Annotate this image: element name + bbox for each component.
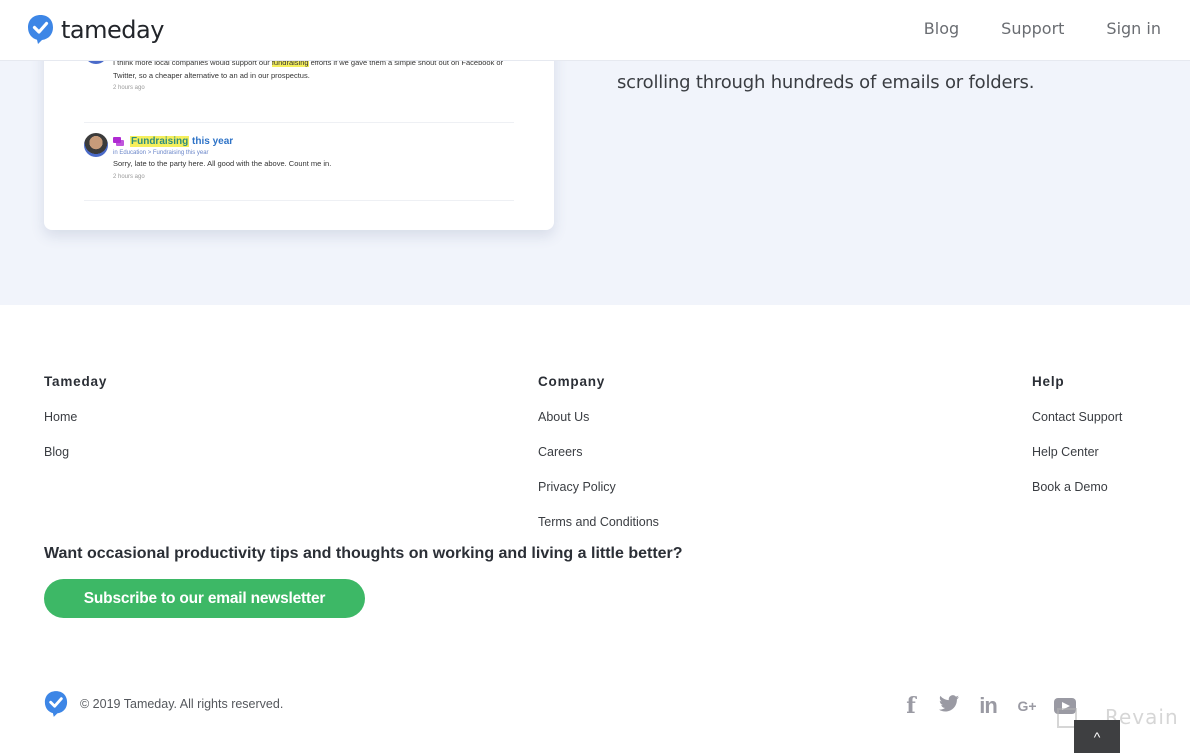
google-plus-icon[interactable]: G+ bbox=[1016, 698, 1038, 714]
post-title[interactable]: Fundraising this year bbox=[130, 135, 234, 147]
footer-link-about-us[interactable]: About Us bbox=[538, 407, 659, 442]
nav-blog[interactable]: Blog bbox=[924, 19, 959, 38]
footer-heading: Company bbox=[538, 374, 606, 389]
chat-bubbles-icon bbox=[113, 136, 124, 146]
post-body: Sorry, late to the party here. All good … bbox=[113, 159, 332, 168]
tameday-check-icon bbox=[27, 14, 54, 45]
post-timestamp: 2 hours ago bbox=[113, 173, 145, 180]
divider bbox=[84, 122, 514, 123]
footer-link-terms[interactable]: Terms and Conditions bbox=[538, 512, 659, 547]
copyright-row: © 2019 Tameday. All rights reserved. bbox=[44, 690, 283, 718]
footer-link-blog[interactable]: Blog bbox=[44, 442, 107, 477]
divider bbox=[84, 200, 514, 201]
footer-heading: Tameday bbox=[44, 374, 108, 389]
footer-column-tameday: Tameday Home Blog bbox=[44, 374, 107, 477]
brand-logo[interactable]: tameday bbox=[27, 14, 164, 45]
tameday-check-icon bbox=[44, 690, 68, 718]
hero-description: scrolling through hundreds of emails or … bbox=[617, 72, 1035, 93]
linkedin-icon[interactable]: in bbox=[976, 693, 1000, 719]
site-header: tameday Blog Support Sign in bbox=[0, 0, 1190, 61]
footer-link-home[interactable]: Home bbox=[44, 407, 107, 442]
nav-sign-in[interactable]: Sign in bbox=[1106, 19, 1161, 38]
search-highlight: Fundraising bbox=[130, 135, 190, 147]
copyright-text: © 2019 Tameday. All rights reserved. bbox=[80, 697, 284, 711]
main-nav: Blog Support Sign in bbox=[924, 19, 1161, 38]
post-breadcrumb[interactable]: in Education > Fundraising this year bbox=[113, 150, 513, 156]
post-title-text: this year bbox=[189, 135, 234, 147]
newsletter-prompt: Want occasional productivity tips and th… bbox=[44, 545, 683, 562]
nav-support[interactable]: Support bbox=[1001, 19, 1064, 38]
twitter-icon[interactable] bbox=[938, 695, 960, 717]
facebook-icon[interactable]: f bbox=[900, 693, 922, 719]
post-timestamp: 2 hours ago bbox=[113, 85, 145, 91]
footer-heading: Help bbox=[1032, 374, 1065, 389]
footer-link-careers[interactable]: Careers bbox=[538, 442, 659, 477]
footer-column-company: Company About Us Careers Privacy Policy … bbox=[538, 374, 659, 547]
footer-link-book-demo[interactable]: Book a Demo bbox=[1032, 477, 1122, 512]
social-links: f in G+ bbox=[900, 693, 1076, 719]
footer-link-contact-support[interactable]: Contact Support bbox=[1032, 407, 1122, 442]
subscribe-newsletter-button[interactable]: Subscribe to our email newsletter bbox=[44, 579, 365, 618]
back-to-top-button[interactable]: ^ bbox=[1074, 720, 1120, 753]
footer-link-help-center[interactable]: Help Center bbox=[1032, 442, 1122, 477]
brand-name: tameday bbox=[61, 15, 164, 44]
footer-link-privacy-policy[interactable]: Privacy Policy bbox=[538, 477, 659, 512]
footer-column-help: Help Contact Support Help Center Book a … bbox=[1032, 374, 1122, 512]
avatar bbox=[84, 133, 108, 157]
